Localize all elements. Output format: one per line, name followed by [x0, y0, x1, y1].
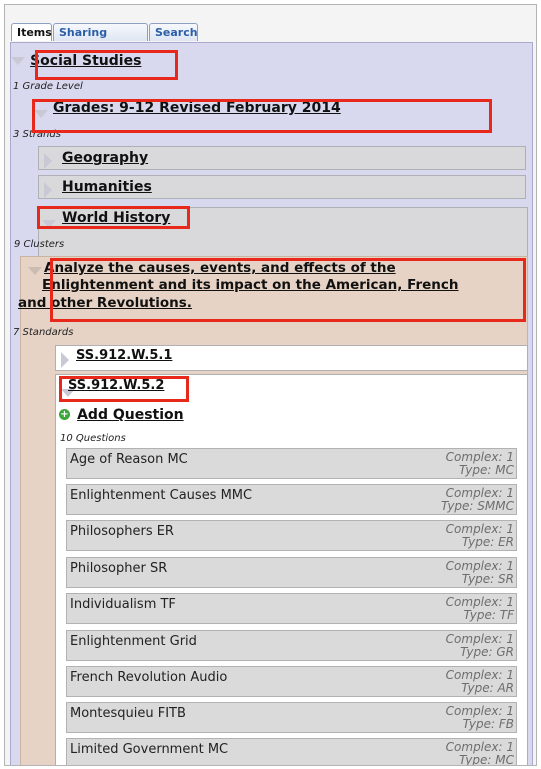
question-name: Montesquieu FITB	[70, 706, 186, 721]
question-row[interactable]: Philosopher SR Complex: 1 Type: SR	[66, 557, 517, 588]
standard-label[interactable]: SS.912.W.5.1	[76, 348, 172, 363]
question-meta: Complex: 1 Type: MC	[445, 450, 514, 477]
question-row[interactable]: French Revolution Audio Complex: 1 Type: A…	[66, 666, 517, 697]
grade-level-count: 1 Grade Level	[13, 81, 83, 92]
strand-label[interactable]: Geography	[62, 150, 148, 166]
expanded-triangle-icon	[42, 219, 56, 228]
question-name: Enlightenment Grid	[70, 634, 197, 649]
question-meta: Complex: 1 Type: AR	[445, 668, 514, 695]
question-meta: Complex: 1 Type: TF	[445, 595, 514, 622]
question-row[interactable]: Montesquieu FITB Complex: 1 Type: FB	[66, 702, 517, 733]
expanded-triangle-icon	[11, 56, 25, 65]
cluster-count: 9 Clusters	[14, 239, 65, 250]
strand-label[interactable]: World History	[62, 210, 170, 226]
question-name: Age of Reason MC	[70, 452, 188, 467]
question-name: French Revolution Audio	[70, 670, 228, 685]
collapsed-triangle-icon	[61, 351, 69, 368]
question-name: Philosopher SR	[70, 561, 168, 576]
strand-row-geography[interactable]: Geography	[38, 146, 526, 170]
tab-sharing-options[interactable]: Sharing Options	[53, 23, 148, 57]
standards-tree-panel: Social Studies 1 Grade Level Grades: 9-1…	[10, 42, 533, 766]
add-question-label[interactable]: Add Question	[77, 407, 184, 423]
standard-count: 7 Standards	[13, 327, 74, 338]
standard-row-ss912w51[interactable]: SS.912.W.5.1	[55, 345, 528, 371]
grade-title[interactable]: Grades: 9-12 Revised February 2014	[53, 100, 341, 116]
question-name: Limited Government MC	[70, 742, 229, 757]
question-count: 10 Questions	[60, 433, 126, 444]
question-name: Philosophers ER	[70, 524, 174, 539]
question-row[interactable]: Individualism TF Complex: 1 Type: TF	[66, 593, 517, 624]
cluster-line-2[interactable]: Enlightenment and its impact on the Amer…	[42, 277, 459, 293]
strand-row-humanities[interactable]: Humanities	[38, 175, 526, 199]
expanded-triangle-icon	[28, 266, 42, 275]
expanded-triangle-icon	[34, 109, 48, 118]
cluster-title[interactable]	[28, 260, 42, 279]
question-meta: Complex: 1 Type: MC	[445, 740, 514, 766]
question-row[interactable]: Philosophers ER Complex: 1 Type: ER	[66, 520, 517, 551]
question-row[interactable]: Age of Reason MC Complex: 1 Type: MC	[66, 448, 517, 479]
tab-search[interactable]: Search	[149, 23, 198, 41]
subject-title[interactable]: Social Studies	[30, 53, 141, 69]
add-icon: +	[59, 409, 70, 420]
tab-items[interactable]: Items	[11, 23, 52, 41]
question-meta: Complex: 1 Type: GR	[445, 632, 514, 659]
tab-bar: Items Sharing Options Search	[5, 5, 536, 57]
cluster-line-1[interactable]: Analyze the causes, events, and effects …	[44, 260, 396, 276]
question-meta: Complex: 1 Type: SMMC	[441, 486, 514, 513]
subject-header[interactable]: Social Studies	[11, 50, 141, 69]
question-name: Individualism TF	[70, 597, 176, 612]
standard-label[interactable]: SS.912.W.5.2	[68, 378, 164, 393]
grade-row[interactable]: Grades: 9-12 Revised February 2014	[11, 94, 532, 120]
cluster-line-3[interactable]: and other Revolutions.	[18, 295, 192, 311]
strand-label[interactable]: Humanities	[62, 179, 152, 195]
question-row[interactable]: Enlightenment Causes MMC Complex: 1 Type: …	[66, 484, 517, 515]
question-name: Enlightenment Causes MMC	[70, 488, 253, 503]
question-meta: Complex: 1 Type: ER	[445, 522, 514, 549]
question-meta: Complex: 1 Type: SR	[445, 559, 514, 586]
collapsed-triangle-icon	[44, 181, 52, 198]
item-browser-window: Items Sharing Options Search Social Stud…	[4, 4, 537, 766]
question-meta: Complex: 1 Type: FB	[445, 704, 514, 731]
question-row[interactable]: Enlightenment Grid Complex: 1 Type: GR	[66, 630, 517, 661]
collapsed-triangle-icon	[44, 152, 52, 169]
add-question-button[interactable]: + Add Question	[59, 404, 184, 423]
strand-count: 3 Strands	[13, 129, 61, 140]
question-row[interactable]: Limited Government MC Complex: 1 Type: MC	[66, 738, 517, 766]
